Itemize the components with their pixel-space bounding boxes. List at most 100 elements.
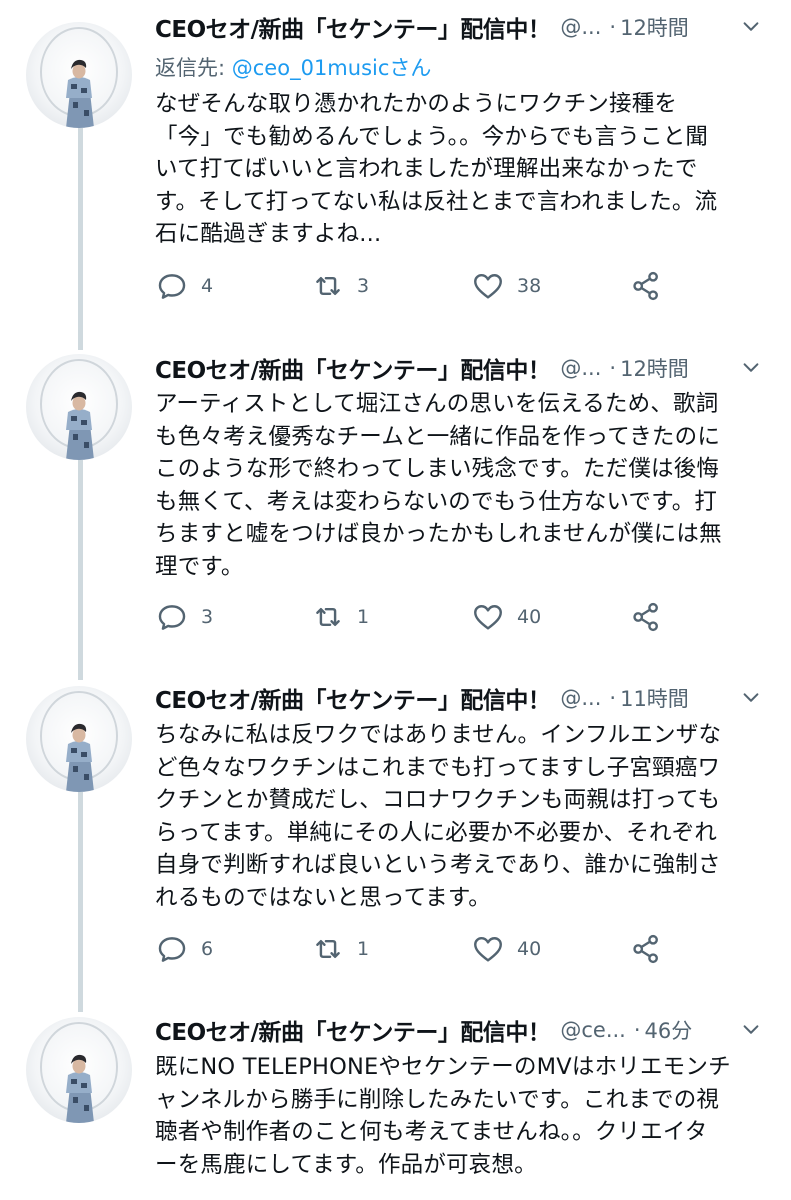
more-options-button[interactable] (733, 9, 769, 45)
tweet-text-line: も色々考え優秀なチームと一緒に作品を作ってきたのに (155, 423, 721, 450)
reply-count: 6 (201, 938, 214, 960)
display-name[interactable]: CEOセオ/新曲「セケンテー」配信中！ (155, 351, 551, 385)
timestamp[interactable]: 12時間 (620, 12, 689, 42)
speech-bubble-icon (158, 274, 186, 299)
more-options-button[interactable] (733, 680, 769, 716)
retweet-button[interactable]: 3 (311, 266, 369, 306)
share-nodes-icon (633, 271, 658, 301)
tweet-text-line: ちなみに私は反ワクではありません。インフルエンザな (155, 722, 722, 748)
mention-link[interactable]: @ceo_01musicさん (232, 56, 432, 80)
tweet-text-line: 石に酷過ぎますよね... (155, 221, 382, 247)
tweet-text-line: 既にNO TELEPHONEやセケンテーのMVはホリエモンチ (155, 1054, 731, 1080)
chevron-down-icon (743, 1025, 759, 1034)
tweet-header: CEOセオ/新曲「セケンテー」配信中！ @... · 12時間 (155, 7, 751, 47)
tweet-text-line: らってます。単純にその人に必要か不必要か、それぞれ (155, 819, 718, 846)
avatar[interactable] (26, 686, 132, 792)
separator-dot: · (609, 356, 617, 380)
retweet-arrows-icon (316, 277, 340, 295)
tweet-text-line: も無くて、考えは変わらないのでもう仕方ないです。打 (155, 488, 718, 515)
tweet-actions: 3 1 40 (155, 597, 715, 637)
tweet-text-line: 聴者や制作者のこと何も考えてませんね。。クリエイタ (155, 1119, 708, 1145)
display-name[interactable]: CEOセオ/新曲「セケンテー」配信中！ (155, 10, 551, 44)
timestamp[interactable]: 11時間 (620, 683, 689, 713)
retweet-count: 1 (357, 938, 370, 960)
reply-count: 3 (201, 606, 214, 628)
display-name[interactable]: CEOセオ/新曲「セケンテー」配信中！ (155, 681, 551, 715)
tweet-text-line: れるものではないと思ってます。 (155, 884, 492, 911)
chevron-down-icon (743, 22, 759, 31)
more-options-button[interactable] (733, 1012, 769, 1048)
reply-button[interactable]: 6 (155, 929, 213, 969)
retweet-button[interactable]: 1 (311, 929, 369, 969)
avatar-image (40, 1022, 118, 1123)
heart-outline-icon (474, 605, 502, 630)
tweet-text-line: いて打てばいいと言われましたが理解出来なかったで (155, 156, 698, 182)
tweet[interactable]: CEOセオ/新曲「セケンテー」配信中！ @... · 11時間 ちなみに私は反ワ… (0, 667, 791, 999)
avatar-image (40, 691, 118, 792)
speech-bubble-icon (158, 937, 186, 962)
tweet-text-line: す。そして打ってない私は反社とまで言われました。流 (155, 188, 718, 215)
tweet-text: なぜそんな取り憑かれたかのようにワクチン接種を 「今」でも勧めるんでしょう。。今… (155, 88, 765, 251)
retweet-arrows-icon (316, 608, 340, 626)
tweet-text-line: なぜそんな取り憑かれたかのようにワクチン接種を (155, 91, 678, 117)
avatar[interactable] (26, 22, 132, 128)
tweet-text: アーティストとして堀江さんの思いを伝えるため、歌詞 も色々考え優秀なチームと一緒… (155, 388, 765, 583)
share-button[interactable] (629, 266, 663, 306)
retweet-count: 1 (357, 606, 370, 628)
reply-count: 4 (201, 275, 214, 297)
tweet-text-line: ーを馬鹿にしてます。作品が可哀想。 (155, 1151, 537, 1178)
share-button[interactable] (629, 597, 663, 637)
tweet-text-line: 「今」でも勧めるんでしょう。。今からでも言うこと聞 (155, 123, 709, 150)
tweet-text-line: ど色々なワクチンはこれまでも打ってますし子宮頸癌ワ (155, 754, 721, 781)
heart-outline-icon (474, 937, 502, 962)
separator-dot: · (609, 686, 617, 710)
tweet-actions: 6 1 40 (155, 929, 715, 969)
tweet-header: CEOセオ/新曲「セケンテー」配信中！ @... · 12時間 (155, 348, 751, 388)
share-button[interactable] (629, 929, 663, 969)
timestamp[interactable]: 12時間 (620, 353, 689, 383)
tweet-text-line: 理です。 (155, 553, 244, 580)
avatar[interactable] (26, 354, 132, 460)
tweet-header: CEOセオ/新曲「セケンテー」配信中！ @ce... · 46分 (155, 1010, 751, 1050)
retweet-button[interactable]: 1 (311, 597, 369, 637)
retweet-arrows-icon (316, 940, 340, 958)
chevron-down-icon (743, 693, 759, 702)
tweet-text-line: ャンネルから勝手に削除したみたいです。これまでの視 (155, 1086, 720, 1113)
chevron-down-icon (743, 363, 759, 372)
reply-button[interactable]: 4 (155, 266, 213, 306)
like-count: 40 (517, 938, 542, 960)
speech-bubble-icon (158, 605, 186, 630)
like-button[interactable]: 38 (471, 266, 541, 306)
tweet-text: 既にNO TELEPHONEやセケンテーのMVはホリエモンチ ャンネルから勝手に… (155, 1051, 765, 1181)
display-name[interactable]: CEOセオ/新曲「セケンテー」配信中！ (155, 1013, 551, 1047)
user-handle[interactable]: @... (560, 686, 601, 710)
tweet-text-line: ちますと嘘をつけば良かったかもしれませんが僕には無 (155, 521, 722, 547)
user-handle[interactable]: @... (560, 15, 601, 39)
avatar-image (40, 359, 118, 460)
like-count: 40 (517, 606, 542, 628)
tweet[interactable]: CEOセオ/新曲「セケンテー」配信中！ @ce... · 46分 既にNO TE… (0, 999, 791, 1200)
heart-outline-icon (474, 274, 502, 299)
like-button[interactable]: 40 (471, 929, 541, 969)
retweet-count: 3 (357, 275, 370, 297)
separator-dot: · (609, 15, 617, 39)
separator-dot: · (633, 1018, 641, 1042)
more-options-button[interactable] (733, 350, 769, 386)
timestamp[interactable]: 46分 (645, 1015, 693, 1045)
tweet-text-line: アーティストとして堀江さんの思いを伝えるため、歌詞 (155, 391, 719, 417)
tweet-text-line: クチンとか賛成だし、コロナワクチンも両親は打っても (155, 787, 721, 813)
replying-to-label: 返信先: (155, 56, 232, 80)
share-nodes-icon (633, 934, 658, 964)
tweet-actions: 4 3 38 (155, 266, 715, 306)
like-count: 38 (517, 275, 542, 297)
avatar[interactable] (26, 1017, 132, 1123)
tweet-text-line: 自身で判断すれば良いという考えであり、誰かに強制さ (155, 852, 721, 878)
tweet[interactable]: CEOセオ/新曲「セケンテー」配信中！ @... · 12時間 アーティストとし… (0, 335, 791, 667)
like-button[interactable]: 40 (471, 597, 541, 637)
user-handle[interactable]: @... (560, 356, 601, 380)
user-handle[interactable]: @ce... (560, 1018, 626, 1042)
tweet-text-line: このような形で終わってしまい残念です。ただ僕は後悔 (155, 456, 720, 482)
tweet[interactable]: CEOセオ/新曲「セケンテー」配信中！ @... · 12時間 返信先: @ce… (0, 0, 791, 335)
tweet-text: ちなみに私は反ワクではありません。インフルエンザな ど色々なワクチンはこれまでも… (155, 719, 765, 914)
reply-button[interactable]: 3 (155, 597, 213, 637)
